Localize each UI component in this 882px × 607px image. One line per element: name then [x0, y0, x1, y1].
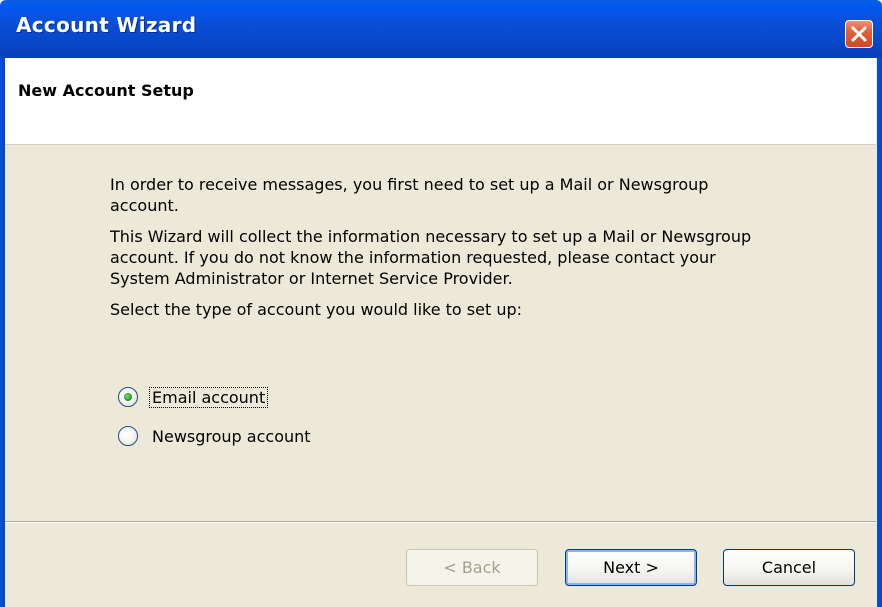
close-button[interactable] [845, 20, 873, 48]
cancel-button[interactable]: Cancel [723, 549, 855, 586]
back-button[interactable]: < Back [406, 549, 538, 586]
email-account-radio[interactable] [118, 387, 138, 407]
radio-option-newsgroup-account[interactable]: Newsgroup account [118, 424, 313, 448]
close-x-icon [851, 26, 867, 42]
radio-option-email-account[interactable]: Email account [118, 385, 269, 409]
window-border-right [877, 58, 882, 607]
email-account-label[interactable]: Email account [148, 386, 269, 408]
newsgroup-account-label[interactable]: Newsgroup account [150, 427, 313, 446]
select-prompt: Select the type of account you would lik… [110, 300, 523, 319]
title-bar[interactable]: Account Wizard [0, 0, 882, 58]
page-title: New Account Setup [18, 81, 194, 100]
footer-divider [5, 521, 876, 523]
info-paragraph: This Wizard will collect the information… [110, 227, 752, 288]
radio-selected-dot [124, 393, 132, 401]
intro-paragraph: In order to receive messages, you first … [110, 175, 709, 215]
next-button[interactable]: Next > [565, 549, 697, 586]
newsgroup-account-radio[interactable] [118, 426, 138, 446]
wizard-header: New Account Setup [5, 58, 876, 145]
window-title: Account Wizard [16, 13, 197, 37]
account-wizard-window: Account Wizard New Account Setup In orde… [0, 0, 882, 607]
wizard-content: In order to receive messages, you first … [110, 174, 770, 330]
